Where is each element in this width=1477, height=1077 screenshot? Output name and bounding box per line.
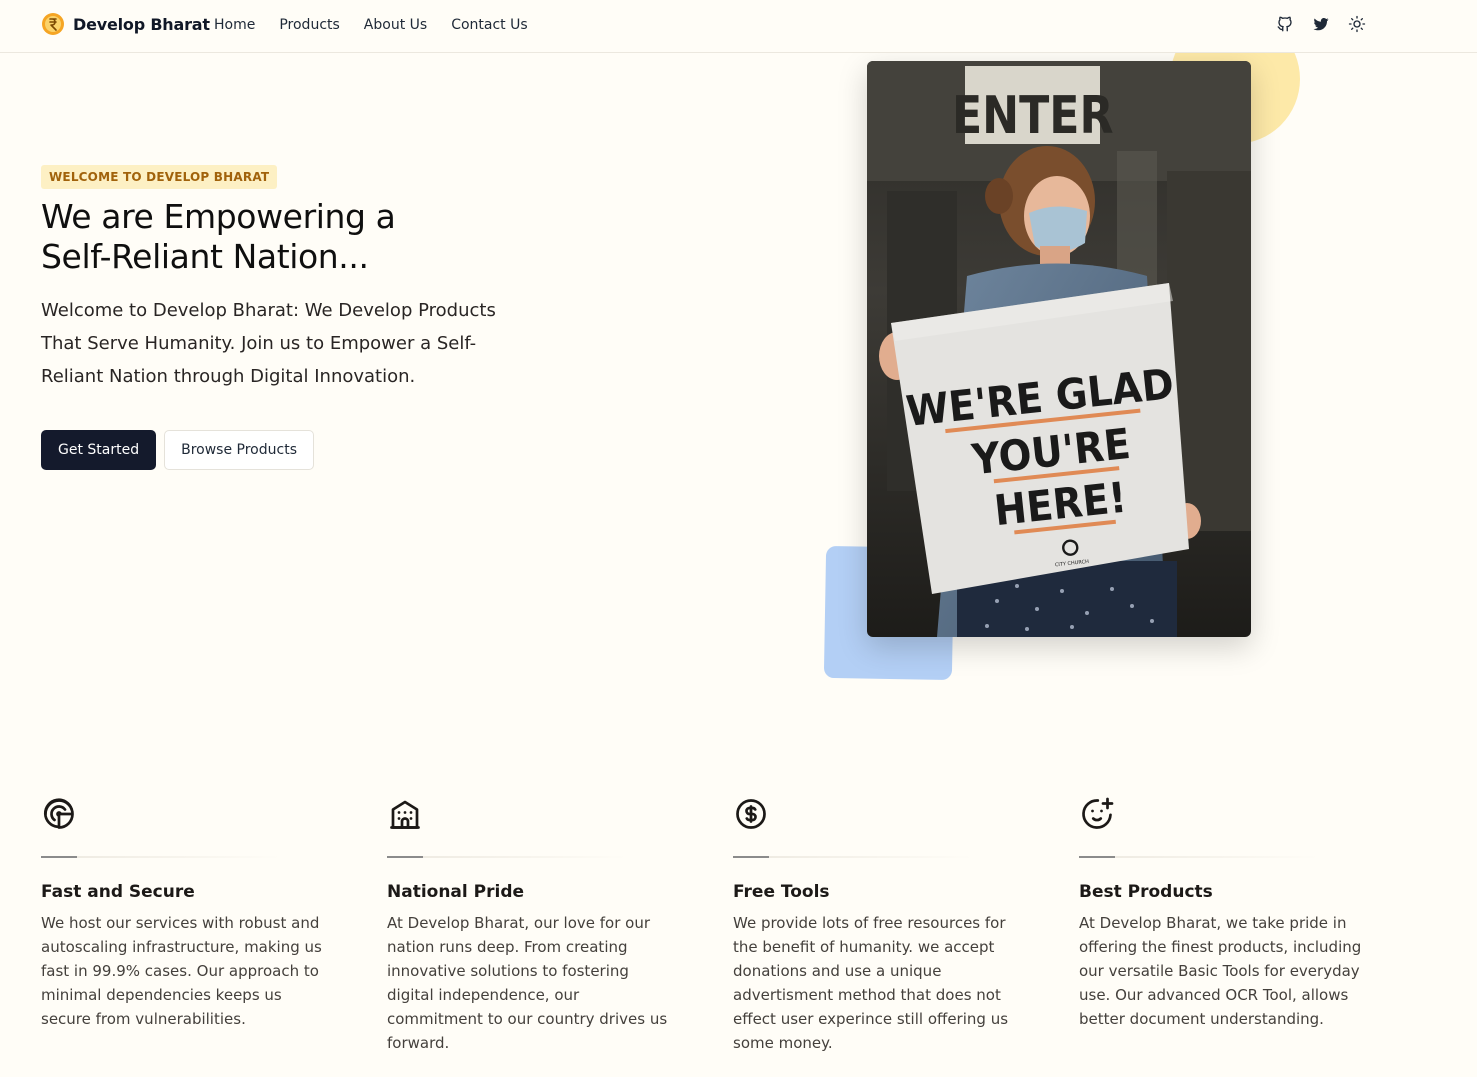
top-navbar: Develop Bharat Home Products About Us Co… <box>0 0 1477 53</box>
brand-name: Develop Bharat <box>73 14 210 34</box>
feature-description: We provide lots of free resources for th… <box>733 914 1009 1052</box>
feature-description: At Develop Bharat, our love for our nati… <box>387 914 668 1052</box>
radar-icon <box>43 798 74 829</box>
nav-icon-group <box>1276 15 1366 33</box>
feature-title: Fast and Secure <box>41 882 195 902</box>
feature-national-pride: National Pride At Develop Bharat, our lo… <box>387 796 687 1052</box>
feature-divider <box>41 856 281 858</box>
nav-link-contact[interactable]: Contact Us <box>451 17 527 33</box>
feature-free-tools: Free Tools We provide lots of free resou… <box>733 796 1033 1052</box>
building-icon <box>390 800 420 829</box>
feature-description: At Develop Bharat, we take pride in offe… <box>1079 914 1362 1028</box>
nav-links: Home Products About Us Contact Us <box>214 17 528 33</box>
feature-divider <box>733 856 973 858</box>
welcome-badge: WELCOME TO DEVELOP BHARAT <box>41 165 278 189</box>
dollar-icon <box>736 799 766 829</box>
hero-photo-illustration: ENTER WE'RE GLAD YOU'RE HERE! CITY CHURC… <box>867 61 1251 637</box>
nav-link-home[interactable]: Home <box>214 17 255 33</box>
door-sign-text: ENTER <box>952 86 1114 146</box>
nav-link-about[interactable]: About Us <box>364 17 427 33</box>
feature-description: We host our services with robust and aut… <box>41 914 322 1028</box>
hero-description: Welcome to Develop Bharat: We Develop Pr… <box>41 300 496 387</box>
sun-icon[interactable] <box>1348 15 1366 33</box>
twitter-icon[interactable] <box>1312 15 1330 33</box>
feature-divider-mark <box>1079 856 1115 858</box>
nav-link-products[interactable]: Products <box>279 17 339 33</box>
brand-link[interactable]: Develop Bharat <box>41 12 210 36</box>
feature-fast-secure: Fast and Secure We host our services wit… <box>41 796 341 1028</box>
feature-title: Free Tools <box>733 882 830 902</box>
feature-divider <box>387 856 627 858</box>
hero-title: We are Empowering a Self-Reliant Nation.… <box>41 197 511 277</box>
hero-title-line-2: Self-Reliant Nation... <box>41 237 369 276</box>
hero-button-group: Get Started Browse Products <box>41 430 314 470</box>
hero-photo: ENTER WE'RE GLAD YOU'RE HERE! CITY CHURC… <box>867 61 1251 637</box>
browse-products-button[interactable]: Browse Products <box>164 430 314 470</box>
feature-title: Best Products <box>1079 882 1213 902</box>
feature-divider-mark <box>41 856 77 858</box>
feature-divider-mark <box>733 856 769 858</box>
feature-divider <box>1079 856 1319 858</box>
features-section: Fast and Secure We host our services wit… <box>41 796 1441 1056</box>
mood-plus-icon <box>1082 797 1114 829</box>
feature-best-products: Best Products At Develop Bharat, we take… <box>1079 796 1379 1028</box>
feature-title: National Pride <box>387 882 525 902</box>
get-started-button[interactable]: Get Started <box>41 430 157 470</box>
brand-logo-icon <box>42 13 64 35</box>
feature-divider-mark <box>387 856 423 858</box>
hero-title-line-1: We are Empowering a <box>41 197 396 236</box>
github-icon[interactable] <box>1276 15 1294 33</box>
